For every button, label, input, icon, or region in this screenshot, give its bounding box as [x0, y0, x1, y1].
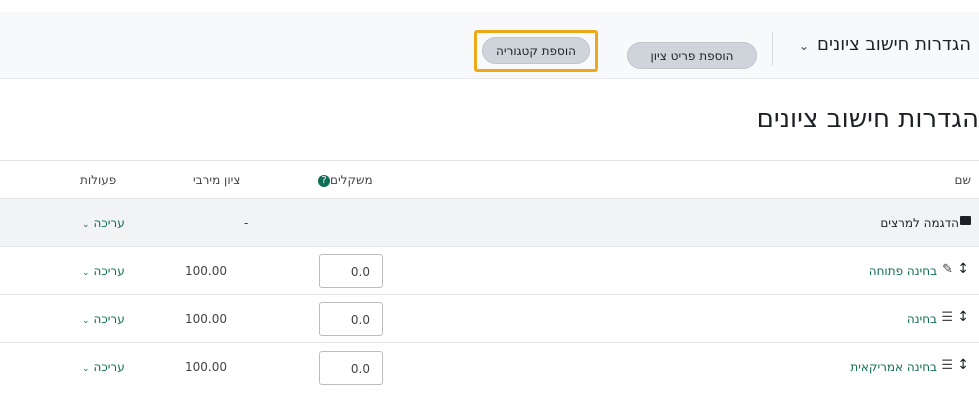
assignment-icon: ✎: [942, 262, 953, 277]
page-title: הגדרות חישוב ציונים: [756, 104, 979, 134]
grade-item-row: ↕ ✎ בחינה פתוחה 0.0 100.00 עריכה⌄: [0, 246, 979, 295]
chevron-down-icon: ⌄: [82, 316, 90, 326]
table-header-row: שם ? משקלים ציון מירבי פעולות: [0, 160, 979, 199]
grade-item-link[interactable]: בחינה: [907, 313, 937, 325]
column-header-weights: ? משקלים: [318, 161, 373, 199]
folder-icon: [960, 216, 971, 225]
grade-item-row: ↕ ☰ בחינה אמריקאית 0.0 100.00 עריכה⌄: [0, 342, 979, 395]
move-handle-icon[interactable]: ↕: [957, 309, 969, 325]
category-edit-menu[interactable]: עריכה⌄: [82, 217, 125, 230]
nav-select-label: הגדרות חישוב ציונים: [817, 34, 971, 55]
gradebook-header-bar: הגדרות חישוב ציונים ⌄ הוספת פריט ציון הוס…: [0, 12, 979, 79]
chevron-down-icon: ⌄: [798, 39, 810, 53]
column-header-actions: פעולות: [80, 173, 117, 187]
edit-menu[interactable]: עריכה⌄: [82, 361, 125, 374]
chevron-down-icon: ⌄: [82, 268, 90, 278]
quiz-icon: ☰: [941, 310, 953, 325]
edit-menu[interactable]: עריכה⌄: [82, 265, 125, 278]
edit-menu[interactable]: עריכה⌄: [82, 313, 125, 326]
quiz-icon: ☰: [941, 358, 953, 373]
weight-input[interactable]: 0.0: [319, 302, 383, 336]
add-category-button[interactable]: הוספת קטגוריה: [482, 37, 590, 64]
chevron-down-icon: ⌄: [82, 220, 90, 230]
weight-input[interactable]: 0.0: [319, 351, 383, 385]
max-grade-value: 100.00: [185, 264, 227, 278]
grade-item-link[interactable]: בחינה אמריקאית: [850, 361, 937, 373]
grade-item-link[interactable]: בחינה פתוחה: [869, 265, 937, 277]
max-grade-value: 100.00: [185, 312, 227, 326]
move-handle-icon[interactable]: ↕: [957, 357, 969, 373]
category-name: הדגמה למרצים: [880, 216, 959, 230]
column-header-max-grade: ציון מירבי: [193, 173, 241, 187]
help-icon[interactable]: ?: [318, 174, 330, 187]
grade-item-row: ↕ ☰ בחינה 0.0 100.00 עריכה⌄: [0, 294, 979, 343]
move-handle-icon[interactable]: ↕: [957, 261, 969, 277]
add-grade-item-button[interactable]: הוספת פריט ציון: [627, 42, 757, 69]
divider: [772, 32, 773, 66]
weight-input[interactable]: 0.0: [319, 254, 383, 288]
category-max-grade: -: [244, 216, 249, 230]
max-grade-value: 100.00: [185, 360, 227, 374]
category-row: הדגמה למרצים - עריכה⌄: [0, 198, 979, 247]
grade-settings-nav-select[interactable]: הגדרות חישוב ציונים ⌄: [799, 34, 971, 60]
chevron-down-icon: ⌄: [82, 364, 90, 374]
column-header-name: שם: [954, 173, 971, 187]
